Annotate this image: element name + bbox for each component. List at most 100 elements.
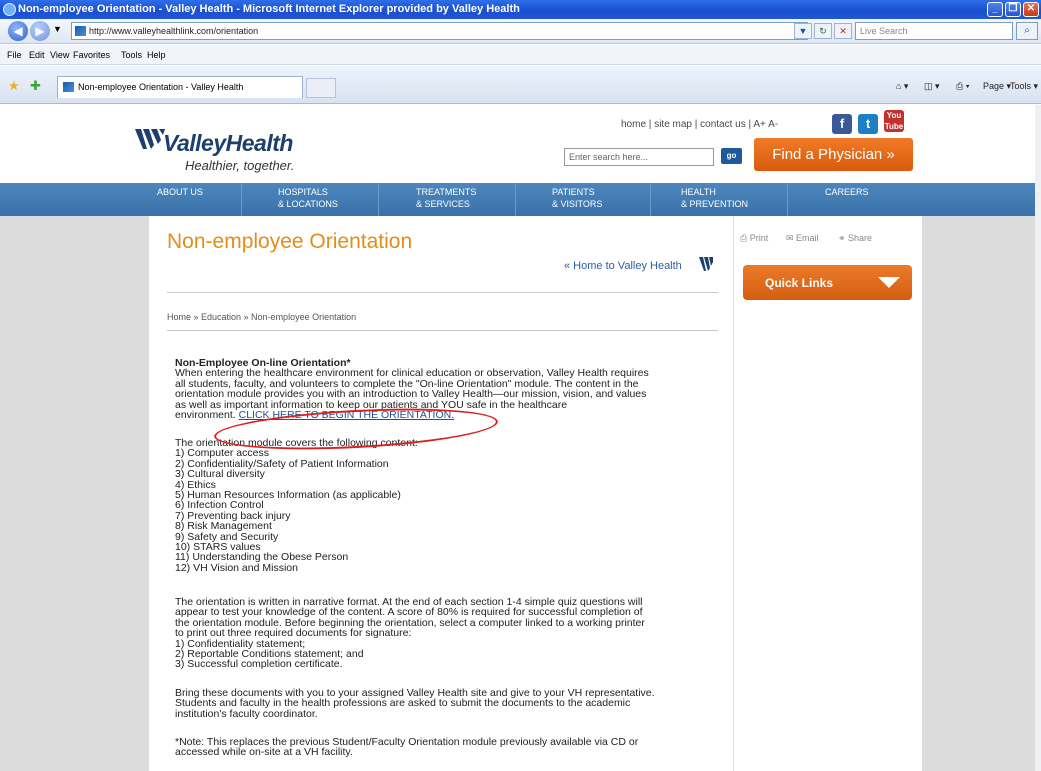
nav-hospitals[interactable]: HOSPITALS & LOCATIONS [278, 186, 338, 210]
page-viewport: ValleyHealth Healthier, together. home |… [0, 105, 1035, 771]
stop-icon[interactable]: ✕ [834, 23, 852, 39]
history-dropdown-icon[interactable]: ▼ [53, 24, 62, 34]
address-toolbar: ◀ ▶ ▼ http://www.valleyhealthlink.com/or… [0, 19, 1041, 44]
nav-patients-line2: & VISITORS [552, 199, 603, 209]
search-icon[interactable]: ⌕ [1016, 22, 1038, 40]
nav-divider [378, 183, 379, 216]
minimize-button[interactable]: _ [987, 2, 1003, 17]
divider [167, 292, 718, 293]
refresh-icon[interactable]: ↻ [814, 23, 832, 39]
print-icon[interactable]: ⎙ ▾ [956, 78, 969, 94]
nav-patients[interactable]: PATIENTS & VISITORS [552, 186, 602, 210]
top-links: home | site map | contact us | A+ A- [621, 119, 778, 130]
bring-line: institution's faculty coordinator. [175, 707, 318, 720]
nav-health-line2: & PREVENTION [681, 199, 749, 209]
menu-help[interactable]: Help [147, 45, 166, 65]
vertical-scrollbar[interactable] [1035, 105, 1041, 771]
nav-careers-label: CAREERS [825, 187, 869, 197]
site-search-go-button[interactable]: go [721, 148, 742, 164]
site-search-input[interactable]: Enter search here... [564, 148, 714, 166]
address-value: http://www.valleyhealthlink.com/orientat… [89, 26, 259, 36]
valley-health-logo-icon [135, 129, 165, 149]
note-paragraph: *Note: This replaces the previous Studen… [175, 737, 735, 758]
nav-about-us-label: ABOUT US [157, 187, 203, 197]
narrative-line: 3) Successful completion certificate. [175, 658, 343, 671]
nav-careers[interactable]: CAREERS [825, 186, 869, 198]
logo-tagline: Healthier, together. [185, 158, 295, 173]
nav-divider [787, 183, 788, 216]
window-title-bar: Non-employee Orientation - Valley Health… [0, 0, 1041, 19]
logo-name[interactable]: ValleyHealth [163, 130, 293, 157]
menu-edit[interactable]: Edit [29, 45, 45, 65]
note-line: accessed while on-site at a VH facility. [175, 746, 353, 759]
favorites-star-icon[interactable]: ★ [8, 78, 20, 94]
share-link[interactable]: ⚭ Share [838, 233, 872, 244]
nav-treatments-line1: TREATMENTS [416, 187, 477, 197]
print-label: Print [749, 233, 769, 243]
divider [167, 330, 718, 331]
twitter-icon[interactable]: t [858, 114, 878, 134]
youtube-icon[interactable]: You Tube [884, 110, 904, 132]
link-home[interactable]: home [621, 119, 646, 130]
nav-divider [241, 183, 242, 216]
nav-health[interactable]: HEALTH & PREVENTION [681, 186, 748, 210]
site-search-placeholder: Enter search here... [569, 152, 649, 162]
address-dropdown-icon[interactable]: ▼ [794, 23, 812, 39]
menu-file[interactable]: File [7, 45, 22, 65]
page-title: Non-employee Orientation [167, 230, 413, 253]
tab-favicon-icon [63, 82, 74, 92]
font-larger-button[interactable]: A+ [753, 119, 766, 130]
nav-health-line1: HEALTH [681, 187, 716, 197]
close-button[interactable]: ✕ [1023, 2, 1039, 17]
address-input[interactable]: http://www.valleyhealthlink.com/orientat… [71, 22, 808, 40]
list-item: 3) Cultural diversity [175, 468, 265, 481]
menu-tools[interactable]: Tools [121, 45, 142, 65]
home-icon[interactable]: ⌂ ▾ [896, 78, 908, 94]
new-tab-button[interactable] [306, 78, 336, 98]
nav-about-us[interactable]: ABOUT US [157, 186, 203, 198]
live-search-input[interactable]: Live Search [855, 22, 1013, 40]
nav-divider [650, 183, 651, 216]
add-favorites-icon[interactable]: ✚ [30, 78, 41, 94]
font-smaller-button[interactable]: A- [768, 119, 778, 130]
narrative-paragraph: The orientation is written in narrative … [175, 597, 735, 670]
list-item: 12) VH Vision and Mission [175, 561, 298, 574]
intro-prefix: environment. [175, 409, 239, 422]
window-title: Non-employee Orientation - Valley Health… [18, 3, 520, 15]
topics-list: The orientation module covers the follow… [175, 438, 735, 574]
print-link[interactable]: ⎙ Print [740, 233, 768, 244]
page-menu[interactable]: Page ▾ [983, 78, 1011, 94]
quick-links-label: Quick Links [765, 276, 834, 290]
nav-treatments[interactable]: TREATMENTS & SERVICES [416, 186, 476, 210]
breadcrumb: Home » Education » Non-employee Orientat… [167, 312, 357, 322]
site-header: ValleyHealth Healthier, together. home |… [0, 105, 1035, 183]
valley-health-mark-icon [699, 257, 713, 271]
email-link[interactable]: ✉ Email [786, 233, 819, 244]
site-favicon-icon [75, 26, 86, 36]
share-label: Share [848, 233, 873, 243]
feeds-icon[interactable]: ◫ ▾ [924, 78, 940, 94]
forward-icon[interactable]: ▶ [30, 21, 50, 41]
quick-links-button[interactable]: Quick Links [743, 265, 912, 300]
nav-hospitals-line2: & LOCATIONS [278, 199, 338, 209]
link-site-map[interactable]: site map [654, 119, 692, 130]
menu-view[interactable]: View [50, 45, 69, 65]
find-physician-button[interactable]: Find a Physician » [754, 138, 913, 171]
home-to-valley-health-link[interactable]: « Home to Valley Health [564, 260, 682, 272]
nav-hospitals-line1: HOSPITALS [278, 187, 328, 197]
nav-treatments-line2: & SERVICES [416, 199, 470, 209]
ie-logo-icon [3, 3, 16, 16]
back-icon[interactable]: ◀ [8, 21, 28, 41]
tools-menu[interactable]: Tools ▾ [1010, 78, 1038, 94]
nav-patients-line1: PATIENTS [552, 187, 595, 197]
bring-documents-paragraph: Bring these documents with you to your a… [175, 688, 755, 720]
facebook-icon[interactable]: f [832, 114, 852, 134]
nav-divider [515, 183, 516, 216]
menu-favorites[interactable]: Favorites [73, 45, 110, 65]
maximize-button[interactable]: ❐ [1005, 2, 1021, 17]
menu-bar: File Edit View Favorites Tools Help [0, 45, 1041, 65]
tab-title: Non-employee Orientation - Valley Health [78, 82, 244, 92]
tab-current[interactable]: Non-employee Orientation - Valley Health [57, 76, 303, 98]
link-contact-us[interactable]: contact us [700, 119, 746, 130]
chevron-down-icon [878, 277, 900, 288]
